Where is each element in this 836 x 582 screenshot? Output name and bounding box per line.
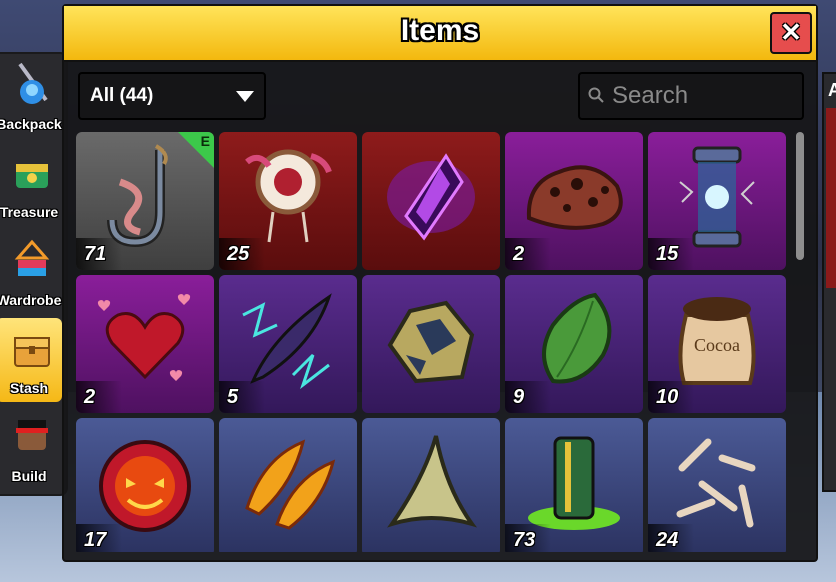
items-window: Items ✕ All (44) E 71 xyxy=(62,4,818,562)
side-item-treasure[interactable]: Treasure xyxy=(0,142,62,226)
item-count: 25 xyxy=(219,238,265,270)
shark-tooth-icon xyxy=(387,435,478,528)
item-slot[interactable]: 17 xyxy=(76,418,214,552)
side-item-wardrobe[interactable]: Wardrobe xyxy=(0,230,62,314)
hanger-icon xyxy=(14,239,50,276)
item-slot[interactable]: 73 xyxy=(505,418,643,552)
side-item-label: Build xyxy=(11,468,47,484)
slime-canister-icon xyxy=(528,436,620,530)
dreamcatcher-icon xyxy=(245,149,332,243)
right-panel-text: A xyxy=(828,80,836,100)
hearts-icon xyxy=(97,294,191,381)
item-count: 17 xyxy=(76,524,122,552)
item-count: 71 xyxy=(76,238,122,270)
item-count: 15 xyxy=(648,238,694,270)
item-slot[interactable]: E 71 xyxy=(76,132,214,270)
filter-dropdown[interactable]: All (44) xyxy=(78,72,266,120)
title-bar: Items ✕ xyxy=(64,6,816,62)
side-item-build[interactable]: Build xyxy=(0,406,62,490)
treasure-icon xyxy=(16,164,48,188)
chest-icon xyxy=(14,337,50,367)
bones-icon xyxy=(676,438,756,528)
sack-label: Cocoa xyxy=(694,335,740,355)
right-side-panel: A xyxy=(822,72,836,492)
side-item-stash[interactable]: Stash xyxy=(0,318,62,402)
cocoa-sack-icon: Cocoa xyxy=(678,297,756,385)
meteorite-icon xyxy=(526,165,623,230)
item-count: 2 xyxy=(76,381,122,413)
item-slot[interactable]: Cocoa 10 xyxy=(648,275,786,413)
rock-ore-icon xyxy=(387,300,475,384)
item-count: 24 xyxy=(648,524,694,552)
item-slot[interactable]: 2 xyxy=(505,132,643,270)
lightning-feather-icon xyxy=(242,293,332,390)
close-icon: ✕ xyxy=(780,17,802,47)
side-menu: Backpack Treasure Wardrobe Stash Build xyxy=(0,52,68,496)
dark-fragment-icon xyxy=(99,440,191,532)
item-slot[interactable]: 2 xyxy=(76,275,214,413)
energy-core-icon xyxy=(679,146,755,248)
item-count: 73 xyxy=(505,524,551,552)
item-slot[interactable]: 24 xyxy=(648,418,786,552)
equipped-badge-label: E xyxy=(200,133,210,149)
dark-crystal-icon xyxy=(387,153,475,241)
side-item-label: Treasure xyxy=(0,204,59,220)
search-icon xyxy=(588,87,604,103)
filter-label: All (44) xyxy=(90,85,154,106)
scrollbar-thumb[interactable] xyxy=(796,132,804,260)
item-slot[interactable] xyxy=(362,275,500,413)
window-title: Items xyxy=(400,14,480,47)
fire-feather-icon xyxy=(245,439,336,530)
item-slot[interactable]: 9 xyxy=(505,275,643,413)
item-count: 10 xyxy=(648,381,694,413)
item-slot[interactable]: 5 xyxy=(219,275,357,413)
close-button[interactable]: ✕ xyxy=(770,12,812,54)
side-item-label: Backpack xyxy=(0,116,62,132)
green-leaf-icon xyxy=(542,292,612,384)
chevron-down-icon xyxy=(236,91,254,102)
items-grid: E 71 25 2 15 2 5 9 Cocoa 10 17 73 24 xyxy=(76,132,792,552)
side-item-label: Stash xyxy=(9,380,49,396)
item-slot[interactable] xyxy=(362,418,500,552)
side-item-label: Wardrobe xyxy=(0,292,62,308)
item-count: 2 xyxy=(505,238,551,270)
item-count: 9 xyxy=(505,381,551,413)
search-box xyxy=(578,72,804,120)
right-panel-banner xyxy=(826,108,836,288)
item-slot[interactable] xyxy=(362,132,500,270)
search-input[interactable] xyxy=(610,80,794,112)
side-item-backpack[interactable]: Backpack xyxy=(0,54,62,138)
item-count: 5 xyxy=(219,381,265,413)
item-slot[interactable]: 25 xyxy=(219,132,357,270)
avatar-build-icon xyxy=(16,420,48,450)
item-slot[interactable]: 15 xyxy=(648,132,786,270)
item-slot[interactable] xyxy=(219,418,357,552)
backpack-icon xyxy=(18,62,48,104)
